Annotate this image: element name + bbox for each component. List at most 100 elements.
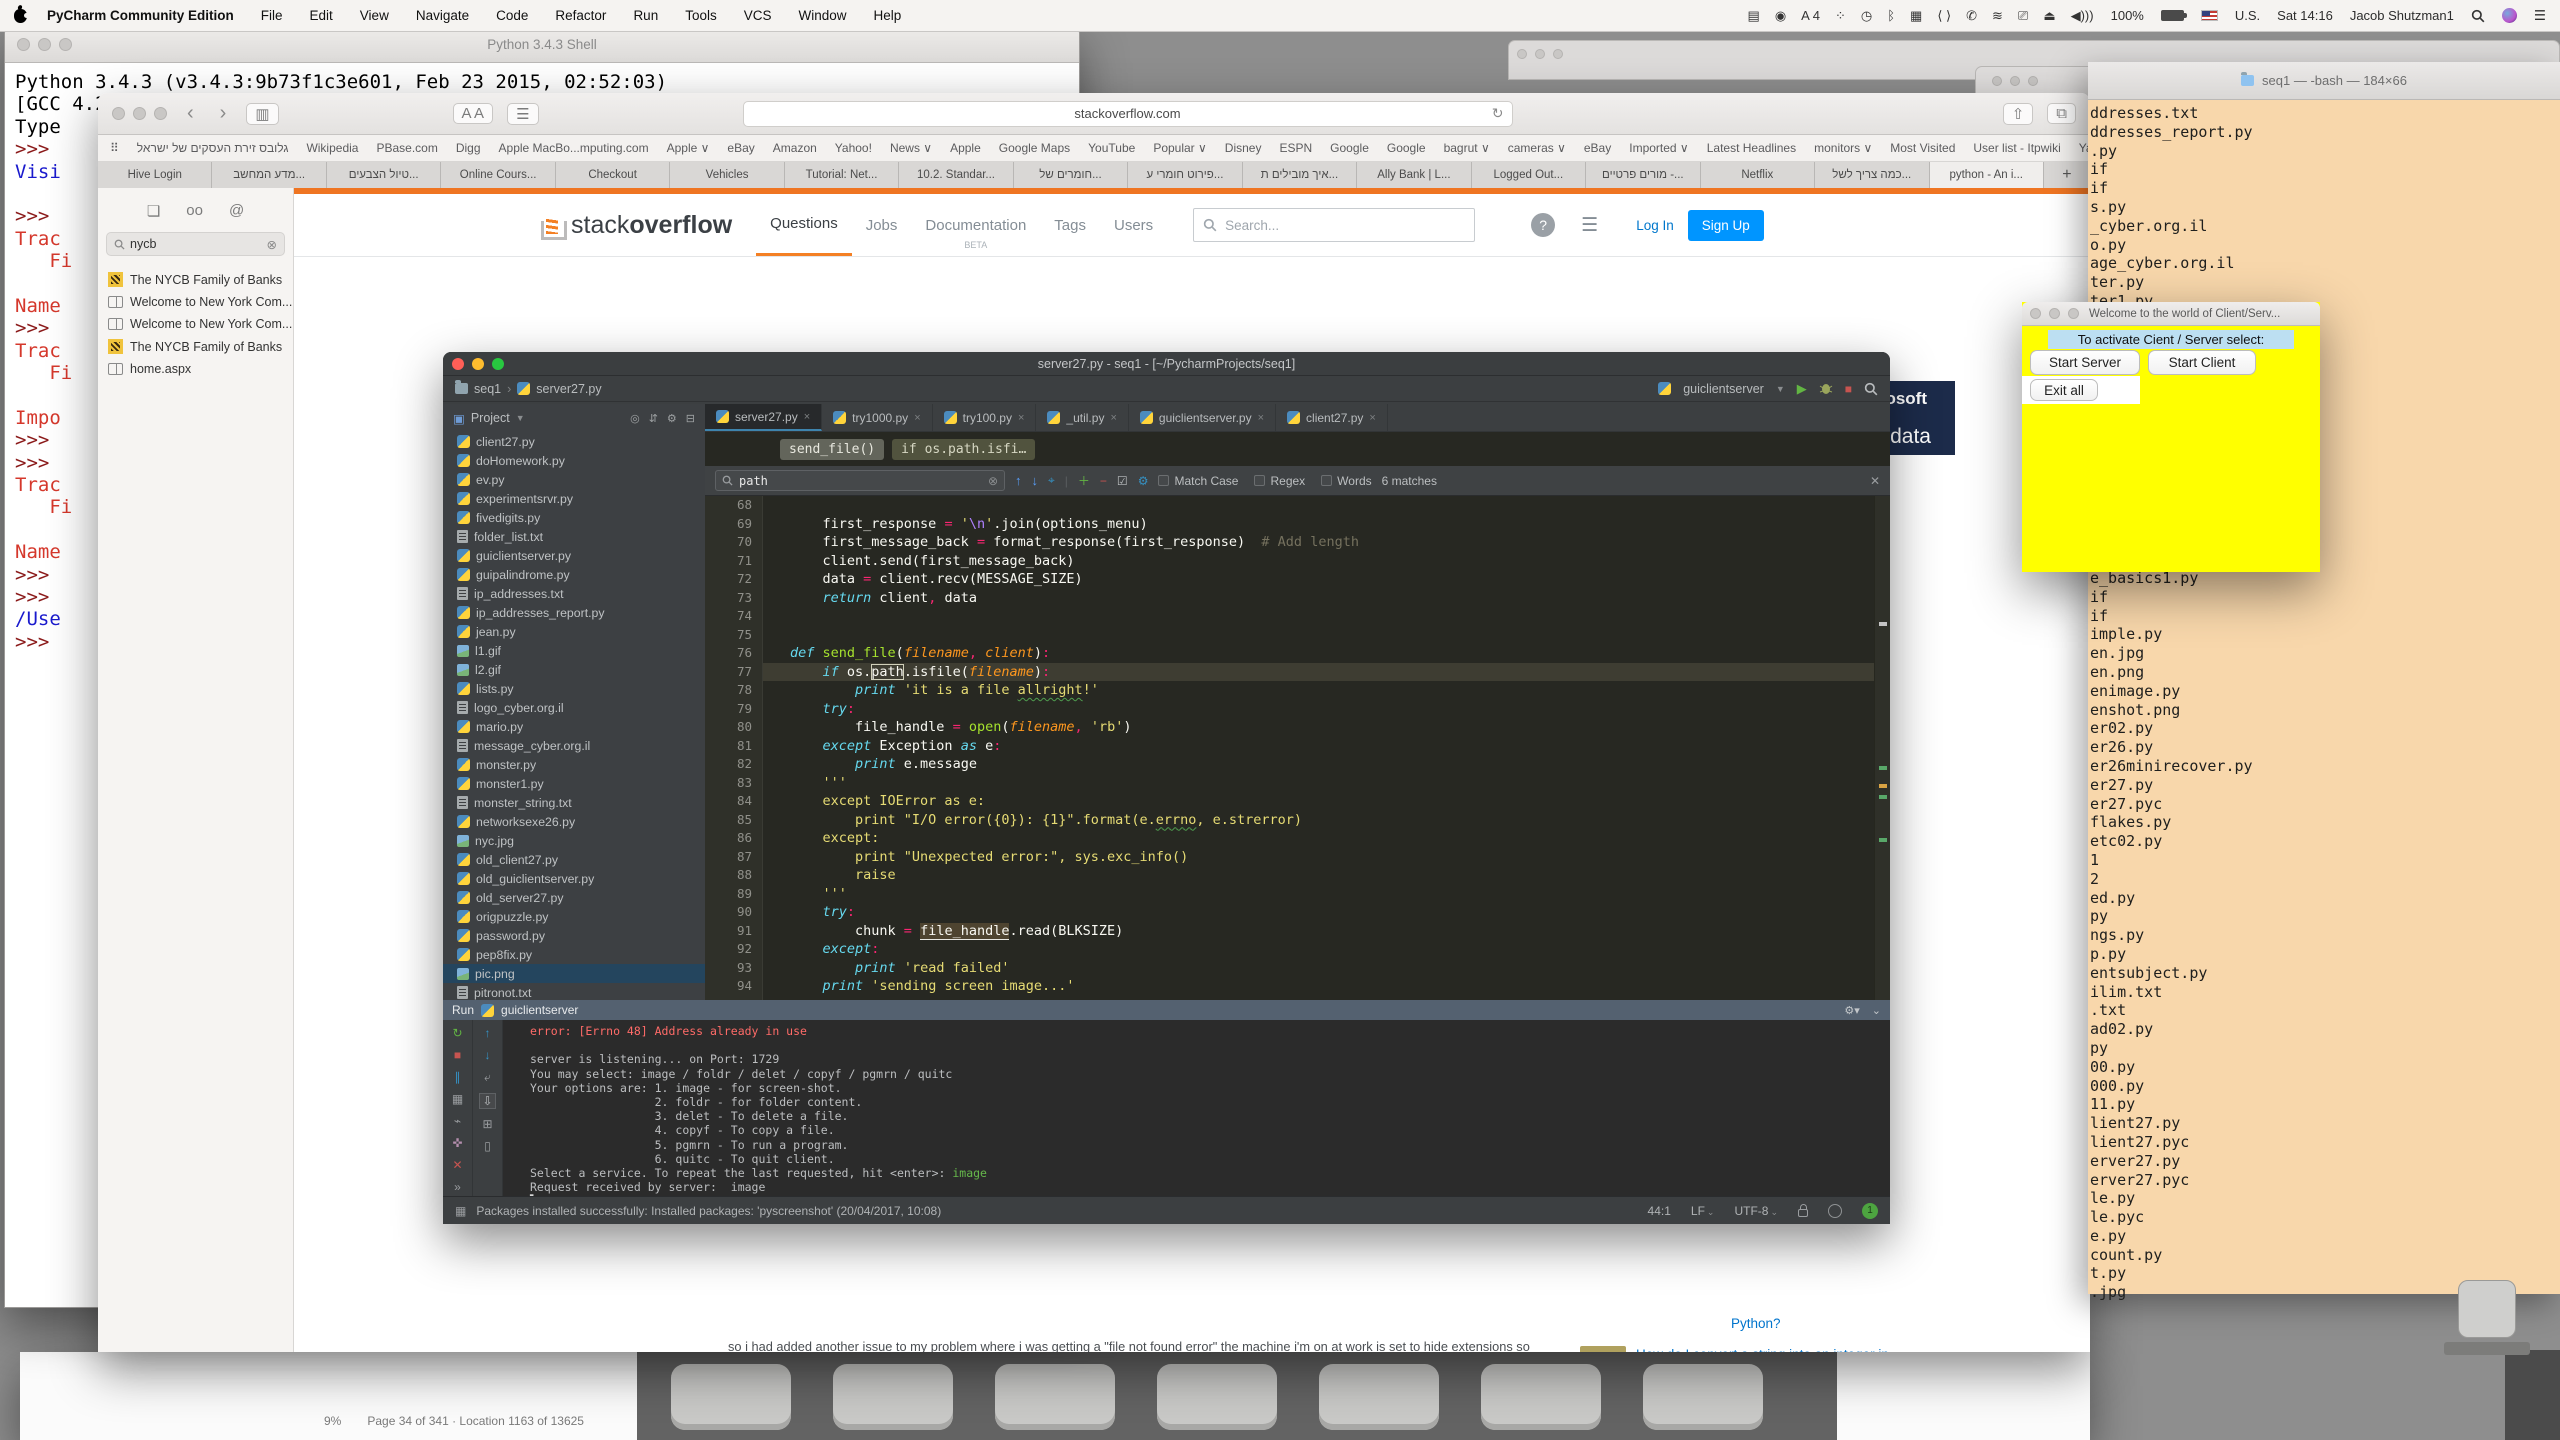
help-icon[interactable]: ? xyxy=(1531,213,1555,237)
editor-tab[interactable]: guiclientserver.py× xyxy=(1129,404,1276,431)
related-link-partial[interactable]: Python? xyxy=(1731,1316,1781,1331)
clear-search-icon[interactable]: ⊗ xyxy=(267,237,277,252)
rerun-icon[interactable]: ↻ xyxy=(452,1026,462,1040)
favorite-item[interactable]: eBay xyxy=(1584,141,1611,155)
close-tab-icon[interactable]: × xyxy=(1018,412,1024,424)
browser-tab[interactable]: חומרים של... xyxy=(1014,162,1128,188)
menu-icon[interactable]: ☰ xyxy=(1581,214,1598,237)
terminal-output-bottom[interactable]: e_basics1.pyififimple.pyen.jpgen.pngenim… xyxy=(2090,569,2253,1302)
code-line[interactable]: print 'it is a file allright!' xyxy=(763,681,1874,700)
tree-item[interactable]: experimentsrvr.py xyxy=(443,489,705,508)
clear-find-icon[interactable]: ⊗ xyxy=(988,474,998,488)
user-name[interactable]: Jacob Shutzman1 xyxy=(2350,8,2454,23)
remove-filter-icon[interactable]: − xyxy=(1100,474,1107,488)
stripe-mark[interactable] xyxy=(1879,784,1887,788)
so-nav-documentation[interactable]: DocumentationBETA xyxy=(911,194,1040,256)
tree-item[interactable]: old_client27.py xyxy=(443,850,705,869)
menu-item[interactable]: PyCharm Community Edition xyxy=(47,8,234,23)
run-button[interactable]: ▶ xyxy=(1797,381,1807,397)
tree-item[interactable]: l2.gif xyxy=(443,660,705,679)
status-icon[interactable]: ◷ xyxy=(1861,8,1872,24)
tree-item[interactable]: logo_cyber.org.il xyxy=(443,698,705,717)
tab-overview-icon[interactable]: ⧉ xyxy=(2047,103,2076,124)
tree-item[interactable]: monster.py xyxy=(443,755,705,774)
tree-item[interactable]: old_server27.py xyxy=(443,888,705,907)
reading-list-icon[interactable]: oo xyxy=(186,202,203,220)
menu-item[interactable]: Help xyxy=(874,8,902,23)
context-chip-condition[interactable]: if os.path.isfi… xyxy=(892,439,1035,460)
toolwindow-toggle-icon[interactable]: ▦ xyxy=(455,1204,466,1218)
menu-item[interactable]: File xyxy=(261,8,283,23)
code-line[interactable]: def send_file(filename, client): xyxy=(763,644,1874,663)
so-nav-jobs[interactable]: Jobs xyxy=(852,194,912,256)
caret-position[interactable]: 44:1 xyxy=(1648,1204,1671,1218)
favorite-item[interactable]: Google xyxy=(1387,141,1426,155)
code-line[interactable]: except: xyxy=(763,829,1874,848)
hector-inspections-icon[interactable] xyxy=(1828,1204,1842,1218)
tk-titlebar[interactable]: Welcome to the world of Client/Serv... xyxy=(2022,302,2320,326)
favorite-item[interactable]: News ∨ xyxy=(890,141,932,155)
browser-tab[interactable]: טיול הצבעים... xyxy=(327,162,441,188)
close-icon[interactable]: ✕ xyxy=(452,1158,462,1172)
menu-item[interactable]: Code xyxy=(496,8,528,23)
browser-tab[interactable]: python - An i... xyxy=(1930,162,2044,188)
find-next-icon[interactable]: ↓ xyxy=(1032,473,1039,488)
favorite-item[interactable]: cameras ∨ xyxy=(1508,141,1566,155)
code-line[interactable]: except: xyxy=(763,940,1874,959)
editor-tab[interactable]: server27.py× xyxy=(705,404,822,431)
favorite-item[interactable]: User list - Itpwiki xyxy=(1973,141,2060,155)
find-settings-gear-icon[interactable]: ⚙ xyxy=(1138,474,1149,488)
favorite-item[interactable]: bagrut ∨ xyxy=(1444,141,1490,155)
encoding-select[interactable]: UTF-8 xyxy=(1734,1204,1778,1218)
browser-tab[interactable]: Netflix xyxy=(1701,162,1815,188)
favorite-item[interactable]: Wikipedia xyxy=(306,141,358,155)
so-nav-questions[interactable]: Questions xyxy=(756,194,852,256)
code-line[interactable]: first_message_back = format_response(fir… xyxy=(763,533,1874,552)
breadcrumb-project[interactable]: seq1 xyxy=(474,382,501,396)
favorite-item[interactable]: Apple xyxy=(950,141,981,155)
favorite-item[interactable]: monitors ∨ xyxy=(1814,141,1872,155)
editor-tab[interactable]: try100.py× xyxy=(933,404,1037,431)
input-flag-icon[interactable] xyxy=(2201,10,2218,21)
siri-icon[interactable] xyxy=(2502,8,2517,23)
tree-item[interactable]: guiclientserver.py xyxy=(443,546,705,565)
tree-item[interactable]: fivedigits.py xyxy=(443,508,705,527)
find-option[interactable]: Words xyxy=(1321,474,1371,488)
tree-item[interactable]: monster1.py xyxy=(443,774,705,793)
run-configuration-select[interactable]: guiclientserver xyxy=(1683,382,1764,396)
status-icon[interactable]: ⎚ xyxy=(2018,8,2028,24)
tree-item[interactable]: password.py xyxy=(443,926,705,945)
code-line[interactable] xyxy=(763,626,1874,645)
pause-output-icon[interactable]: ∥ xyxy=(455,1070,461,1084)
browser-tab[interactable]: Hive Login xyxy=(98,162,212,188)
chevron-down-icon[interactable]: ▼ xyxy=(1776,384,1785,394)
up-stack-icon[interactable]: ↑ xyxy=(485,1026,491,1040)
close-tab-icon[interactable]: × xyxy=(1369,412,1375,424)
browser-tab[interactable]: כמה צריך לשל... xyxy=(1815,162,1929,188)
editor-tab[interactable]: try1000.py× xyxy=(822,404,932,431)
tree-item[interactable]: monster_string.txt xyxy=(443,793,705,812)
menu-item[interactable]: View xyxy=(360,8,389,23)
browser-tab[interactable]: Online Cours... xyxy=(441,162,555,188)
favorite-item[interactable]: Imported ∨ xyxy=(1629,141,1688,155)
start-client-button[interactable]: Start Client xyxy=(2148,350,2256,375)
code-line[interactable]: print 'sending screen image...' xyxy=(763,977,1874,996)
settings-gear-icon[interactable]: ⚙ xyxy=(667,412,677,425)
start-server-button[interactable]: Start Server xyxy=(2030,350,2140,375)
tree-item[interactable]: l1.gif xyxy=(443,641,705,660)
status-icon[interactable]: ▤ xyxy=(1748,8,1760,24)
bookmarks-icon[interactable]: ❏ xyxy=(147,202,160,220)
error-stripe[interactable] xyxy=(1874,496,1890,1000)
terminal-titlebar[interactable]: seq1 — -bash — 184×66 xyxy=(2088,62,2560,100)
related-question[interactable]: 1059 How do I convert a string into an i… xyxy=(1580,1346,1962,1352)
tree-item[interactable]: networksexe26.py xyxy=(443,812,705,831)
tree-item[interactable]: ev.py xyxy=(443,470,705,489)
checkbox-icon[interactable] xyxy=(1158,475,1169,486)
menu-item[interactable]: Edit xyxy=(310,8,333,23)
browser-tab[interactable]: Tutorial: Net... xyxy=(785,162,899,188)
menu-item[interactable]: Run xyxy=(633,8,658,23)
terminal-output-top[interactable]: ddresses.txtddresses_report.py.pyififs.p… xyxy=(2090,104,2253,330)
code-line[interactable]: except Exception as e: xyxy=(763,737,1874,756)
stop-icon[interactable]: ■ xyxy=(454,1048,461,1062)
status-icon[interactable]: ◉ xyxy=(1775,8,1786,24)
